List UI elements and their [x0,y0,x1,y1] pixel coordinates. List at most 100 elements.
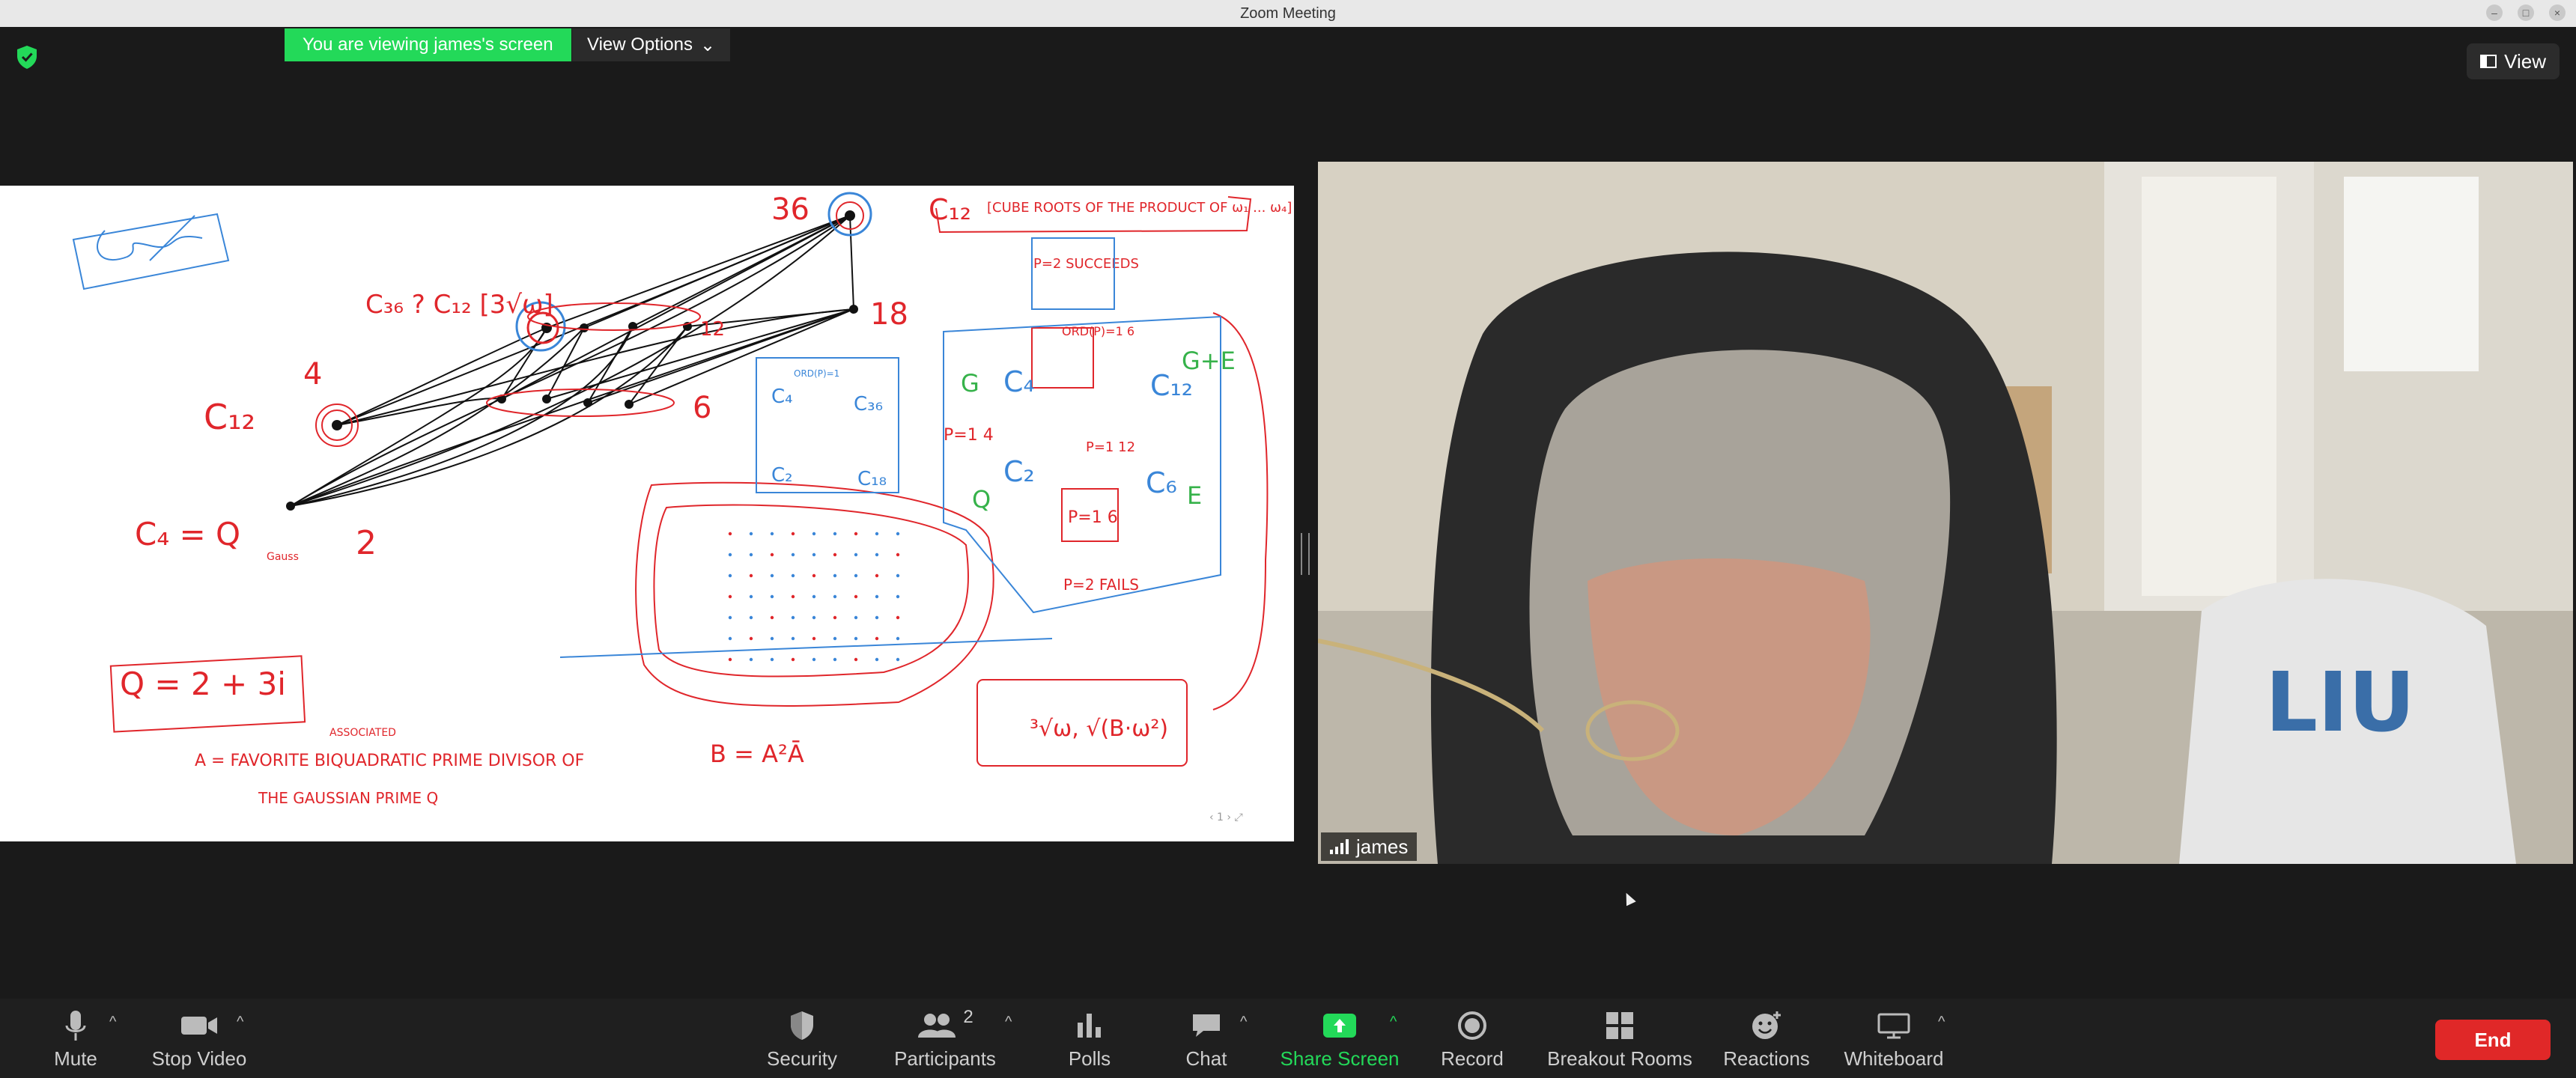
connection-signal-icon [1330,839,1349,854]
whiteboard-button[interactable]: Whiteboard [1839,1006,1948,1071]
grid-dot [875,657,879,662]
label-p1-4: P=1 4 [944,426,994,445]
grid-dot [854,552,858,557]
label-b-eq: B = A²Ā [710,740,804,768]
video-frame: LIU [1318,162,2573,864]
viewing-banner-text: You are viewing james's screen [303,34,553,55]
grid-dot [854,615,858,620]
grid-dot [875,552,879,557]
grid-dot [770,615,774,620]
whiteboard-label: Whiteboard [1844,1047,1944,1070]
share-screen-label: Share Screen [1280,1047,1400,1070]
polls-icon [1078,1014,1101,1038]
grid-dot [896,532,900,536]
participant-video-tile[interactable]: LIU [1318,162,2573,864]
video-camera-icon [181,1017,217,1035]
participant-name: james [1356,835,1409,858]
encryption-shield-icon[interactable] [13,43,40,70]
stop-video-button[interactable]: Stop Video [147,1006,252,1071]
chat-options-caret[interactable]: ^ [1240,1014,1247,1031]
label-g: G [961,369,979,398]
security-button[interactable]: Security [761,1006,843,1071]
participants-icon [918,1014,956,1038]
view-layout-button[interactable]: View [2467,43,2560,79]
label-c18: C₁₈ [857,468,887,490]
label-p1-6: P=1 6 [1068,508,1118,527]
reactions-button[interactable]: Reactions [1722,1006,1811,1071]
label-gauss: Gauss [267,551,299,563]
label-e: E [1187,481,1202,510]
label-p2-succeeds: P=2 SUCCEEDS [1033,256,1139,272]
participants-button[interactable]: 2 Participants [893,1006,997,1071]
participants-count: 2 [963,1007,973,1027]
grid-dot [749,615,753,620]
end-meeting-button[interactable]: End [2435,1020,2551,1060]
label-c12-top: C₁₂ [929,193,971,226]
grid-dot [875,615,879,620]
grid-dot [875,594,879,599]
label-c2b: C₂ [1003,455,1035,488]
share-options-caret[interactable]: ^ [1390,1014,1397,1031]
share-screen-icon [1323,1014,1356,1038]
label-c36: C₃₆ [854,393,883,415]
breakout-rooms-label: Breakout Rooms [1547,1047,1692,1070]
participant-name-label: james [1321,832,1418,861]
shared-screen-whiteboard[interactable]: 36 18 12 6 4 2 C₁₂ C₃₆ ? C₁₂ [3√ω] C₁₂ C… [0,186,1294,841]
label-2: 2 [356,524,377,562]
panel-splitter-handle[interactable] [1301,533,1310,575]
label-p2-fails: P=2 FAILS [1063,576,1139,594]
grid-dot [854,594,858,599]
label-cube-roots: [CUBE ROOTS OF THE PRODUCT OF ω₁ ... ω₄] [987,200,1292,216]
breakout-rooms-button[interactable]: Breakout Rooms [1547,1006,1692,1071]
blue-scribble-box [72,213,230,290]
video-options-caret[interactable]: ^ [237,1014,243,1031]
grid-dot [875,532,879,536]
label-c36-eq: C₃₆ ? C₁₂ [3√ω] [365,290,553,320]
grid-dot [812,532,816,536]
grid-dot [749,532,753,536]
grid-dot [791,657,795,662]
grid-dot [749,573,753,578]
chat-button[interactable]: Chat [1180,1006,1233,1071]
grid-dot [770,573,774,578]
grid-dot [749,594,753,599]
minimize-button[interactable]: – [2486,4,2503,21]
label-q-eq: Q = 2 + 3i [120,666,286,702]
close-button[interactable]: × [2549,4,2566,21]
layout-icon [2480,55,2497,68]
grid-dot [791,615,795,620]
breakout-rooms-icon [1606,1012,1633,1039]
record-label: Record [1441,1047,1504,1070]
grid-dot [749,657,753,662]
mute-label: Mute [54,1047,97,1070]
share-screen-button[interactable]: Share Screen [1278,1006,1402,1071]
grid-dot [833,657,837,662]
label-a-eq: A = FAVORITE BIQUADRATIC PRIME DIVISOR O… [195,752,584,770]
viewing-screen-banner: You are viewing james's screen [285,28,571,61]
grid-dot [791,552,795,557]
mute-button[interactable]: Mute [51,1006,100,1071]
label-18: 18 [870,297,908,332]
whiteboard-canvas: 36 18 12 6 4 2 C₁₂ C₃₆ ? C₁₂ [3√ω] C₁₂ C… [72,192,1292,823]
mute-options-caret[interactable]: ^ [109,1014,116,1031]
maximize-button[interactable]: □ [2518,4,2534,21]
grid-dot [791,594,795,599]
participants-label: Participants [894,1047,996,1070]
whiteboard-pager[interactable]: ‹ 1 › ⤢ [1209,811,1243,823]
grid-dot [770,552,774,557]
view-label: View [2504,49,2546,73]
graph-edges [290,215,854,507]
grid-dot [854,532,858,536]
label-ord-small: ORD(P)=1 [794,368,839,379]
label-4: 4 [303,357,322,392]
whiteboard-options-caret[interactable]: ^ [1938,1014,1945,1031]
chat-label: Chat [1185,1047,1227,1070]
grid-dot [812,657,816,662]
label-c2: C₂ [771,464,793,487]
participants-options-caret[interactable]: ^ [1005,1014,1012,1031]
view-options-button[interactable]: View Options ⌄ [572,28,731,61]
dot-grid [728,532,900,662]
record-button[interactable]: Record [1438,1006,1507,1071]
polls-button[interactable]: Polls [1063,1006,1116,1071]
grid-dot [749,552,753,557]
